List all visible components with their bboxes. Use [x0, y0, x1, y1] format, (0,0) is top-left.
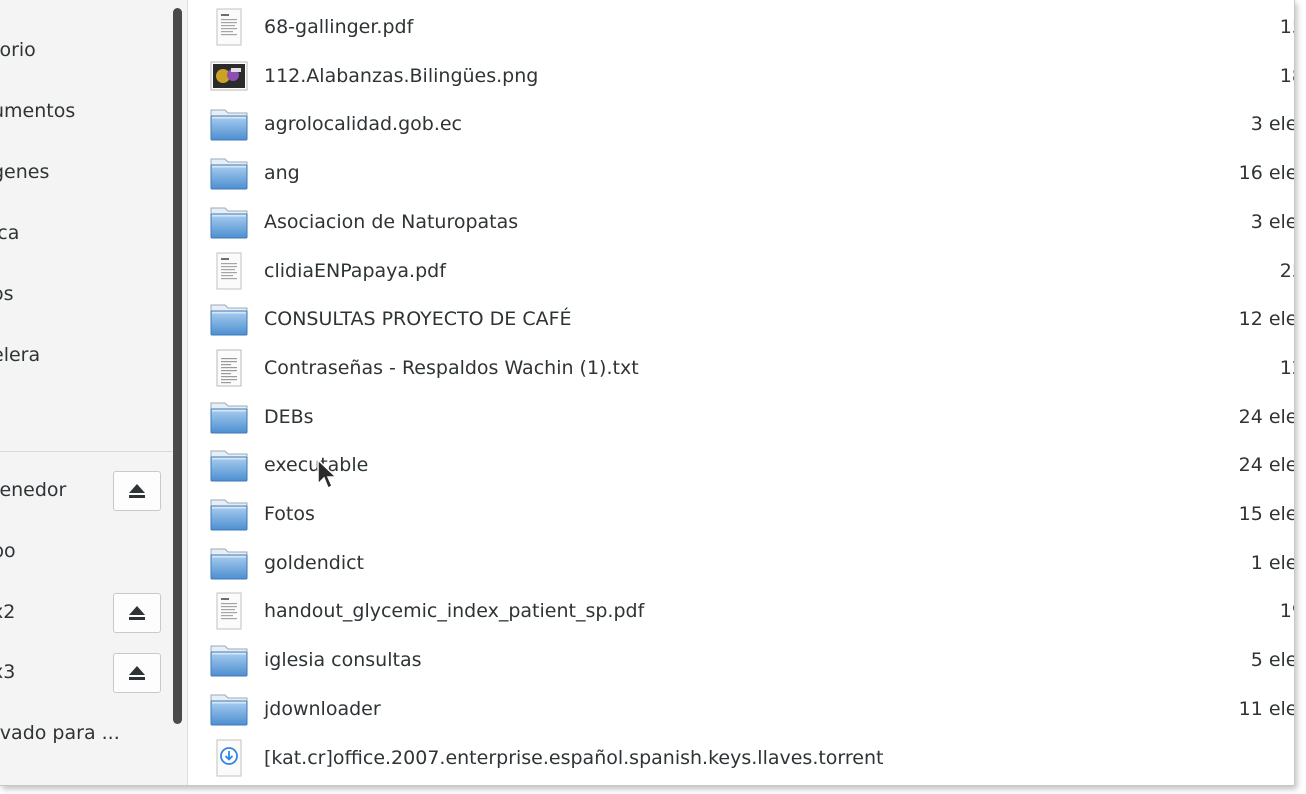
- document-icon: [216, 349, 242, 387]
- file-size: 189: [1279, 65, 1294, 87]
- file-icon-container: [209, 153, 249, 193]
- file-size: 199: [1279, 600, 1294, 622]
- pdf-file-icon: [216, 252, 242, 290]
- file-size: 12 elem: [1238, 308, 1294, 330]
- file-name: 68-gallinger.pdf: [264, 16, 414, 38]
- file-row[interactable]: CONSULTAS PROYECTO DE CAFÉ 12 elem: [188, 295, 1294, 344]
- file-size: 3 elem: [1250, 211, 1294, 233]
- file-icon-container: [209, 202, 249, 242]
- file-size: 15 elem: [1238, 503, 1294, 525]
- file-icon-container: [209, 445, 249, 485]
- file-manager-window: torioumentosgenesicaoselera tenedorpox2x…: [0, 0, 1295, 786]
- file-size: 252: [1279, 260, 1294, 282]
- eject-button[interactable]: [113, 653, 161, 693]
- file-name: 112.Alabanzas.Bilingües.png: [264, 65, 539, 87]
- file-icon-container: [209, 689, 249, 729]
- file-name: Contraseñas - Respaldos Wachin (1).txt: [264, 357, 639, 379]
- eject-button[interactable]: [113, 593, 161, 633]
- file-size: 158: [1279, 16, 1294, 38]
- file-row[interactable]: jdownloader 11 elem: [188, 685, 1294, 734]
- image-file-icon: [210, 61, 248, 91]
- eject-icon: [129, 484, 145, 498]
- file-icon-container: [209, 738, 249, 778]
- file-size: 1 elem: [1250, 552, 1294, 574]
- file-icon-container: [209, 348, 249, 388]
- file-name: CONSULTAS PROYECTO DE CAFÉ: [264, 308, 572, 330]
- file-row[interactable]: clidiaENPapaya.pdf 252: [188, 247, 1294, 296]
- file-name: DEBs: [264, 406, 314, 428]
- file-row[interactable]: executable 24 elem: [188, 441, 1294, 490]
- file-row[interactable]: 112.Alabanzas.Bilingües.png 189: [188, 52, 1294, 101]
- file-size: 17: [1156, 734, 1294, 783]
- folder-icon: [210, 402, 248, 434]
- folder-icon: [210, 645, 248, 677]
- file-icon-container: [209, 251, 249, 291]
- file-size: 129: [1279, 357, 1294, 379]
- file-icon-container: [209, 591, 249, 631]
- pdf-file-icon: [216, 592, 242, 630]
- file-row[interactable]: [kat.cr]office.2007.enterprise.español.s…: [188, 734, 1294, 783]
- file-icon-container: [209, 7, 249, 47]
- sidebar-scrollbar[interactable]: [173, 8, 182, 724]
- file-name: clidiaENPapaya.pdf: [264, 260, 446, 282]
- file-name: [kat.cr]office.2007.enterprise.español.s…: [264, 747, 884, 769]
- file-name: jdownloader: [264, 698, 381, 720]
- file-name: iglesia consultas: [264, 649, 422, 671]
- file-size: 5 elem: [1250, 649, 1294, 671]
- folder-icon: [210, 304, 248, 336]
- sidebar-device[interactable]: po: [0, 531, 170, 571]
- file-row[interactable]: Asociacion de Naturopatas 3 elem: [188, 198, 1294, 247]
- file-size: 16 elem: [1238, 162, 1294, 184]
- sidebar-item[interactable]: ica: [0, 213, 170, 253]
- file-name: goldendict: [264, 552, 364, 574]
- file-icon-container: [209, 104, 249, 144]
- file-row[interactable]: ang 16 elem: [188, 149, 1294, 198]
- file-row[interactable]: iglesia consultas 5 elem: [188, 636, 1294, 685]
- file-icon-container: [209, 299, 249, 339]
- folder-icon: [210, 158, 248, 190]
- file-list: 68-gallinger.pdf 158 112.Alabanzas.Bilingü…: [188, 0, 1294, 785]
- sidebar-item[interactable]: os: [0, 274, 170, 314]
- file-row[interactable]: Fotos 15 elem: [188, 490, 1294, 539]
- file-icon-container: [209, 494, 249, 534]
- file-icon-container: [209, 397, 249, 437]
- sidebar-item[interactable]: torio: [0, 30, 170, 70]
- sidebar-item[interactable]: elera: [0, 335, 170, 375]
- file-row[interactable]: 68-gallinger.pdf 158: [188, 3, 1294, 52]
- file-name: ang: [264, 162, 300, 184]
- file-icon-container: [209, 56, 249, 96]
- file-size: 24 elem: [1238, 406, 1294, 428]
- sidebar-device[interactable]: rvado para ...: [0, 713, 170, 753]
- file-icon-container: [209, 543, 249, 583]
- file-row[interactable]: Contraseñas - Respaldos Wachin (1).txt 12…: [188, 344, 1294, 393]
- file-size: 11 elem: [1238, 698, 1294, 720]
- eject-icon: [129, 666, 145, 680]
- file-size: 3 elem: [1250, 113, 1294, 135]
- folder-icon: [210, 694, 248, 726]
- file-name: agrolocalidad.gob.ec: [264, 113, 462, 135]
- file-row[interactable]: agrolocalidad.gob.ec 3 elem: [188, 100, 1294, 149]
- file-row[interactable]: handout_glycemic_index_patient_sp.pdf 199: [188, 587, 1294, 636]
- torrent-file-icon: [216, 739, 242, 777]
- file-icon-container: [209, 640, 249, 680]
- folder-icon: [210, 207, 248, 239]
- file-name: Fotos: [264, 503, 315, 525]
- sidebar-item[interactable]: genes: [0, 152, 170, 192]
- folder-icon: [210, 109, 248, 141]
- file-name: executable: [264, 454, 369, 476]
- sidebar-item[interactable]: umentos: [0, 91, 170, 131]
- sidebar: torioumentosgenesicaoselera tenedorpox2x…: [0, 0, 188, 785]
- file-name: Asociacion de Naturopatas: [264, 211, 519, 233]
- file-name: handout_glycemic_index_patient_sp.pdf: [264, 600, 645, 622]
- eject-button[interactable]: [113, 471, 161, 511]
- eject-icon: [129, 606, 145, 620]
- folder-icon: [210, 548, 248, 580]
- file-row[interactable]: DEBs 24 elem: [188, 393, 1294, 442]
- pdf-file-icon: [216, 8, 242, 46]
- sidebar-separator: [0, 451, 172, 452]
- file-row[interactable]: goldendict 1 elem: [188, 539, 1294, 588]
- folder-icon: [210, 499, 248, 531]
- folder-icon: [210, 450, 248, 482]
- file-size: 24 elem: [1238, 454, 1294, 476]
